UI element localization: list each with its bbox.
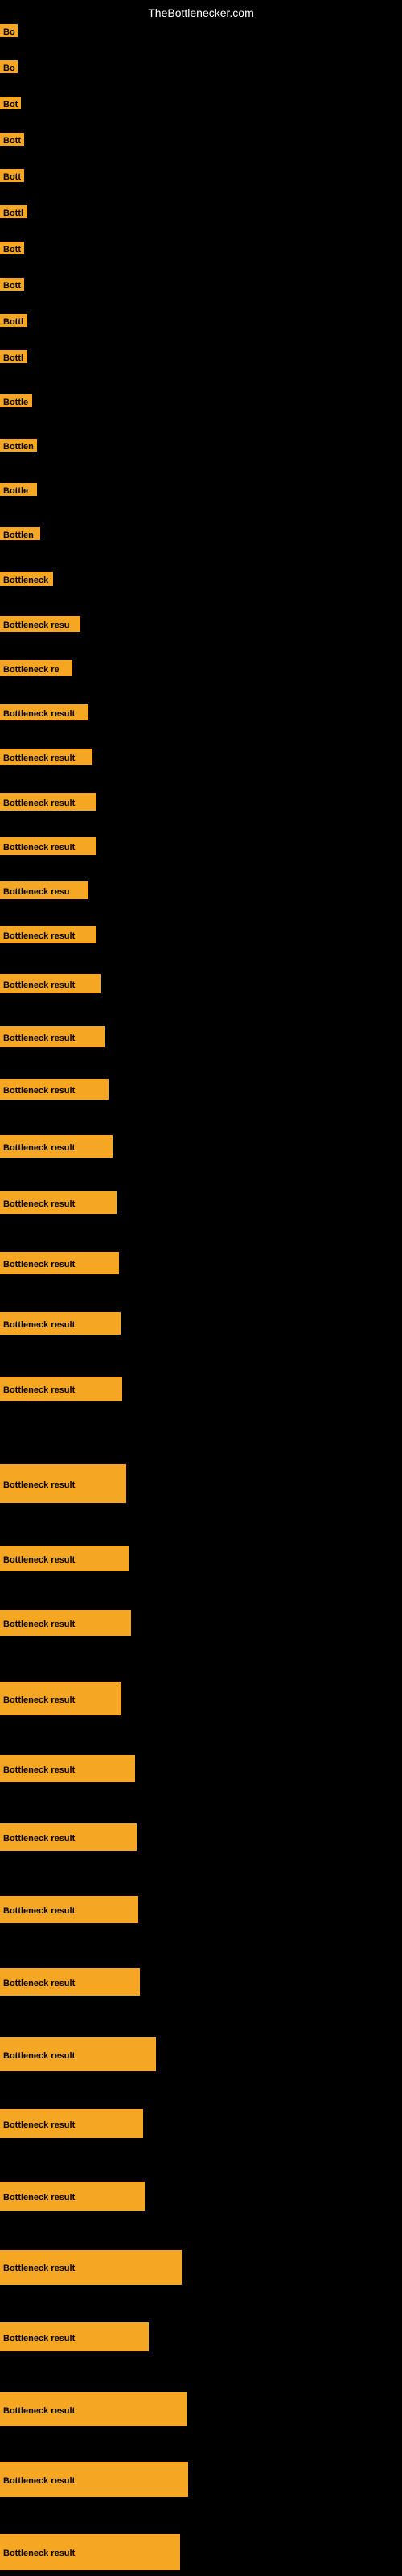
bottleneck-label-10: Bottl: [0, 350, 27, 363]
bottleneck-label-13: Bottle: [0, 483, 37, 496]
bottleneck-label-9: Bottl: [0, 314, 27, 327]
bottleneck-label-5: Bott: [0, 169, 24, 182]
bottleneck-label-32: Bottleneck result: [0, 1464, 126, 1503]
bottleneck-label-1: Bo: [0, 24, 18, 37]
bottleneck-label-42: Bottleneck result: [0, 2182, 145, 2211]
bottleneck-label-35: Bottleneck result: [0, 1682, 121, 1715]
bottleneck-label-33: Bottleneck result: [0, 1546, 129, 1571]
bottleneck-label-11: Bottle: [0, 394, 32, 407]
bottleneck-label-6: Bottl: [0, 205, 27, 218]
bottleneck-label-16: Bottleneck resu: [0, 616, 80, 632]
bottleneck-label-21: Bottleneck result: [0, 837, 96, 855]
bottleneck-label-43: Bottleneck result: [0, 2250, 182, 2285]
bottleneck-label-45: Bottleneck result: [0, 2392, 187, 2426]
bottleneck-label-2: Bo: [0, 60, 18, 73]
bottleneck-label-8: Bott: [0, 278, 24, 291]
bottleneck-label-38: Bottleneck result: [0, 1896, 138, 1923]
bottleneck-label-44: Bottleneck result: [0, 2322, 149, 2351]
bottleneck-label-17: Bottleneck re: [0, 660, 72, 676]
site-title: TheBottlenecker.com: [148, 6, 254, 19]
bottleneck-label-12: Bottlen: [0, 439, 37, 452]
bottleneck-label-29: Bottleneck result: [0, 1252, 119, 1274]
bottleneck-label-36: Bottleneck result: [0, 1755, 135, 1782]
bottleneck-label-41: Bottleneck result: [0, 2109, 143, 2138]
bottleneck-label-27: Bottleneck result: [0, 1135, 113, 1158]
bottleneck-label-22: Bottleneck resu: [0, 881, 88, 899]
bottleneck-label-18: Bottleneck result: [0, 704, 88, 720]
bottleneck-label-28: Bottleneck result: [0, 1191, 117, 1214]
bottleneck-label-34: Bottleneck result: [0, 1610, 131, 1636]
bottleneck-label-37: Bottleneck result: [0, 1823, 137, 1851]
bottleneck-label-20: Bottleneck result: [0, 793, 96, 811]
bottleneck-label-15: Bottleneck: [0, 572, 53, 586]
bottleneck-label-30: Bottleneck result: [0, 1312, 121, 1335]
bottleneck-label-46: Bottleneck result: [0, 2462, 188, 2497]
bottleneck-label-24: Bottleneck result: [0, 974, 100, 993]
bottleneck-label-14: Bottlen: [0, 527, 40, 540]
bottleneck-label-31: Bottleneck result: [0, 1377, 122, 1401]
bottleneck-label-3: Bot: [0, 97, 21, 109]
bottleneck-label-25: Bottleneck result: [0, 1026, 105, 1047]
bottleneck-label-23: Bottleneck result: [0, 926, 96, 943]
bottleneck-label-19: Bottleneck result: [0, 749, 92, 765]
bottleneck-label-4: Bott: [0, 133, 24, 146]
bottleneck-label-47: Bottleneck result: [0, 2534, 180, 2570]
bottleneck-label-7: Bott: [0, 242, 24, 254]
bottleneck-label-40: Bottleneck result: [0, 2037, 156, 2071]
bottleneck-label-39: Bottleneck result: [0, 1968, 140, 1996]
bottleneck-label-26: Bottleneck result: [0, 1079, 109, 1100]
